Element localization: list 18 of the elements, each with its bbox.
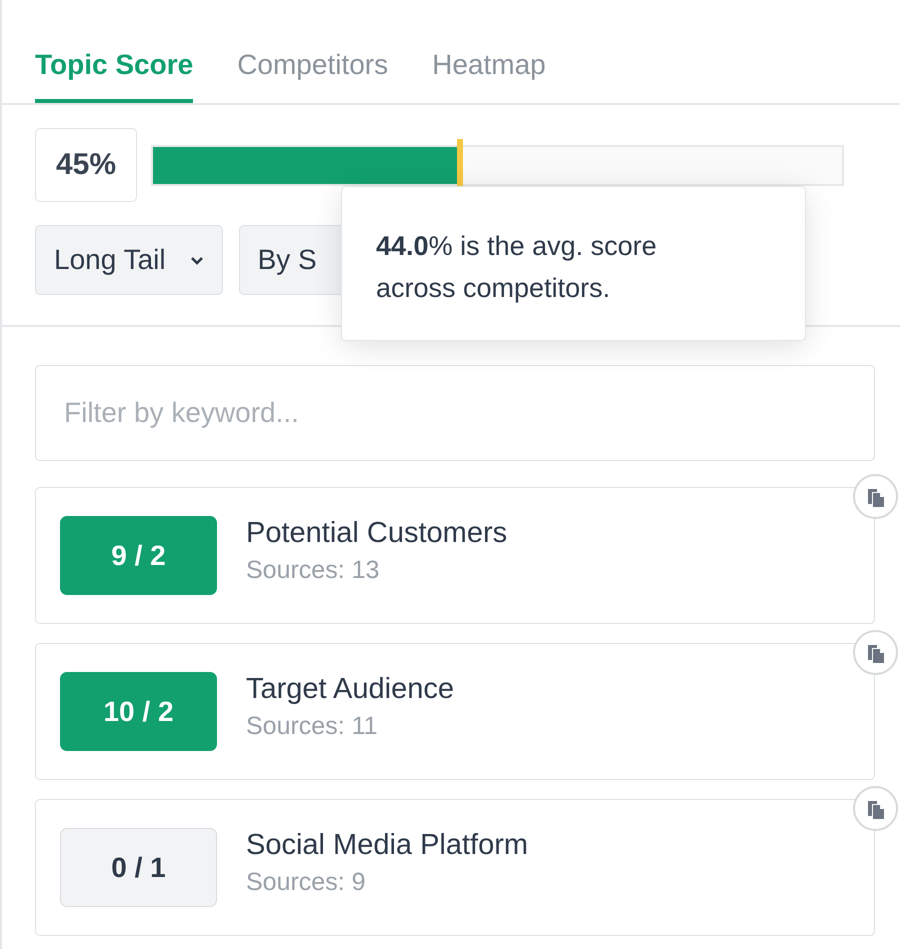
search-field[interactable]: Filter by keyword... xyxy=(35,365,875,461)
filter-dropdown[interactable]: Long Tail xyxy=(35,225,223,295)
copy-button[interactable] xyxy=(853,786,898,831)
copy-button[interactable] xyxy=(853,630,898,675)
tab[interactable]: Heatmap xyxy=(432,0,546,103)
score-value: 45% xyxy=(35,128,137,202)
topic-title: Potential Customers xyxy=(246,516,508,550)
sources-count: Sources: 11 xyxy=(246,712,379,740)
topic-title: Social Media Platform xyxy=(246,828,528,862)
count-badge: 10 / 2 xyxy=(60,672,217,751)
topic-title: Target Audience xyxy=(246,672,454,706)
tab[interactable]: Competitors xyxy=(237,0,388,103)
copy-button[interactable] xyxy=(853,474,898,519)
sources-count: Sources: 13 xyxy=(246,556,380,584)
sources-count: Sources: 9 xyxy=(246,868,367,896)
count-badge: 0 / 1 xyxy=(60,828,217,907)
count-badge: 9 / 2 xyxy=(60,516,217,595)
tab[interactable]: Topic Score xyxy=(35,0,194,103)
